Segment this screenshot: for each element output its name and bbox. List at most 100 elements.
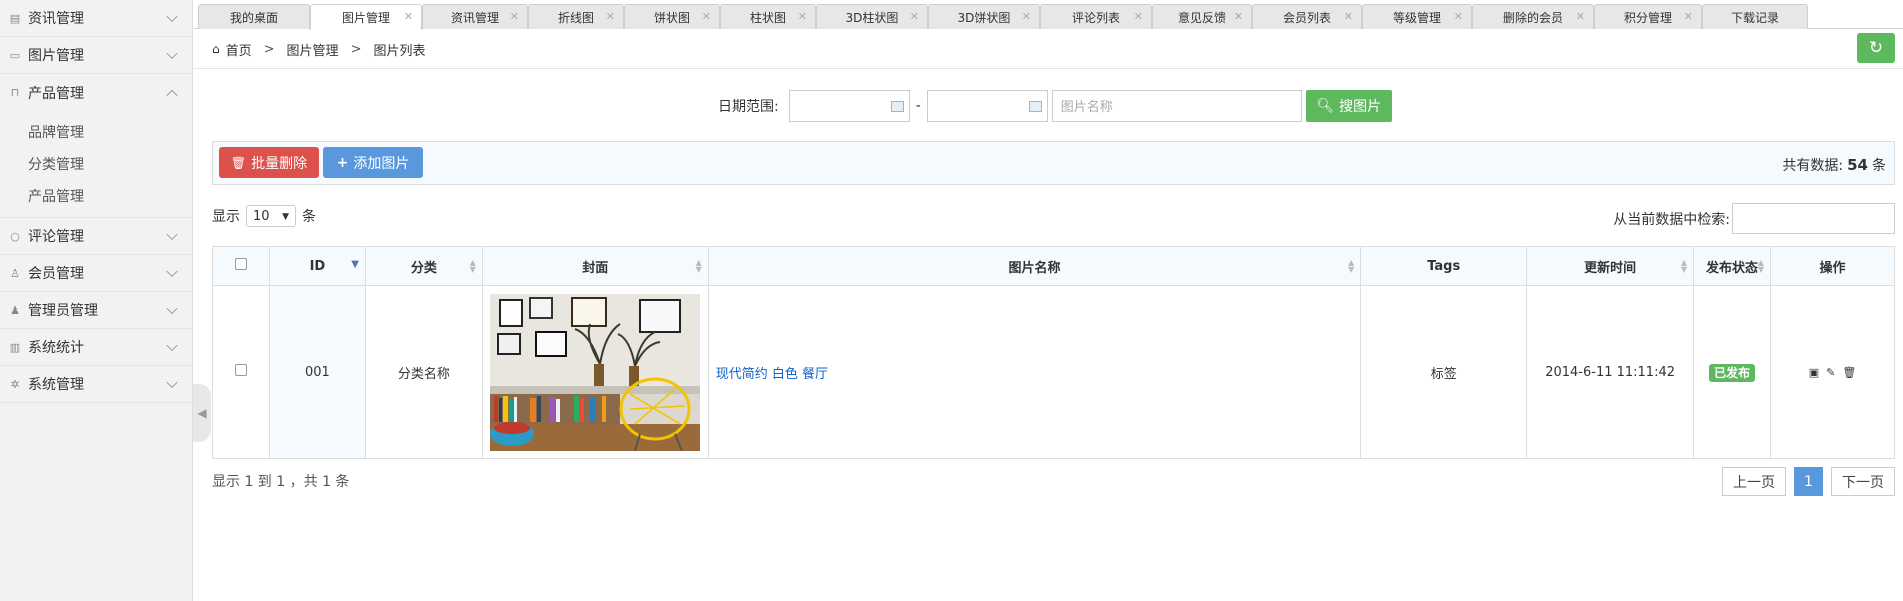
total-suffix: 条 [1872,158,1886,174]
sort-desc-icon: ▼ [351,259,359,270]
date-range-dash: - [915,97,921,114]
breadcrumb-level2: 图片列表 [373,43,426,59]
header-id[interactable]: ID ▼ [268,246,366,286]
breadcrumb-home[interactable]: 首页 [226,40,252,59]
length-prefix: 显示 [212,209,240,225]
close-icon[interactable]: ✕ [1234,10,1243,23]
chevron-up-icon [166,89,178,101]
edit-icon[interactable]: ✎ [1826,366,1835,379]
tab-line-chart[interactable]: 折线图 ✕ [528,4,624,29]
sidebar-item-comments[interactable]: ○ 评论管理 [0,218,192,255]
action-toolbar: 🗑︎ 批量删除 + 添加图片 共有数据: 54 条 [212,141,1895,185]
close-icon[interactable]: ✕ [1454,10,1463,23]
close-icon[interactable]: ✕ [1344,10,1353,23]
refresh-icon: ↻ [1868,38,1884,58]
header-updated-time[interactable]: 更新时间 ▲ ▼ [1526,246,1695,286]
delete-icon[interactable]: 🗑︎ [1842,366,1856,379]
row-select-cell [212,285,270,459]
tab-picture-management[interactable]: 图片管理 ✕ [310,4,422,30]
tab-member-list[interactable]: 会员列表 ✕ [1252,4,1362,29]
tab-pie-chart[interactable]: 饼状图 ✕ [624,4,720,29]
close-icon[interactable]: ✕ [1576,10,1585,23]
sidebar-item-statistics[interactable]: ▥ 系统统计 [0,329,192,366]
tab-points-management[interactable]: 积分管理 ✕ [1594,4,1702,29]
chevron-down-icon [166,376,178,389]
row-checkbox[interactable] [234,364,247,376]
tab-comment-list[interactable]: 评论列表 ✕ [1040,4,1152,29]
comment-icon: ○ [10,229,20,243]
length-suffix: 条 [302,209,316,225]
sidebar-collapse-handle[interactable]: ◀ [193,384,211,442]
status-badge: 已发布 [1709,363,1756,382]
close-icon[interactable]: ✕ [1022,10,1031,23]
prev-page-button[interactable]: 上一页 [1722,467,1786,496]
tab-level-management[interactable]: 等级管理 ✕ [1362,4,1472,29]
header-cover[interactable]: 封面 ▲ ▼ [481,246,709,286]
date-start-input[interactable] [788,89,910,122]
search-pictures-button[interactable]: 🔍︎ 搜图片 [1305,89,1392,122]
tab-download-records[interactable]: 下载记录 [1702,4,1808,29]
page-length-select[interactable]: 10 ▼ [246,205,296,227]
page-1-button[interactable]: 1 [1794,467,1823,496]
publish-icon[interactable]: ▣ [1809,366,1819,379]
picture-name-input[interactable]: 图片名称 [1051,89,1302,122]
sidebar-item-label: 资讯管理 [28,11,84,27]
filter-label: 从当前数据中检索: [1613,211,1730,228]
sidebar-item-news[interactable]: ▤ 资讯管理 [0,0,192,37]
close-icon[interactable]: ✕ [910,10,919,23]
table-info: 显示 1 到 1 ，共 1 条 [212,474,350,490]
refresh-button[interactable]: ↻ [1857,33,1895,63]
pictures-table: ID ▼ 分类 ▲ ▼ 封面 ▲ ▼ 图片名称 ▲ ▼ Tags 更新时间 ▲ ▼ 发布状态 ▲ ▼ … [212,246,1895,459]
tab-news-management[interactable]: 资讯管理 ✕ [422,4,528,29]
header-publish-status[interactable]: 发布状态 ▲ ▼ [1693,246,1771,286]
tab-deleted-members[interactable]: 删除的会员 ✕ [1472,4,1594,29]
user-icon: ♙ [10,266,20,280]
calendar-icon [1028,100,1042,112]
tab-desktop[interactable]: 我的桌面 [198,4,310,29]
caret-down-icon: ▼ [282,212,289,222]
sidebar-item-members[interactable]: ♙ 会员管理 [0,255,192,292]
close-icon[interactable]: ✕ [1134,10,1143,23]
chevron-down-icon [166,10,178,23]
home-icon: ⌂ [212,42,220,56]
sidebar-item-admins[interactable]: ♟ 管理员管理 [0,292,192,329]
header-select-all[interactable] [212,246,270,286]
next-page-button[interactable]: 下一页 [1831,467,1895,496]
tab-label: 饼状图 [653,10,690,25]
filter-input[interactable] [1732,203,1895,234]
tab-3d-bar-chart[interactable]: 3D柱状图 ✕ [816,4,928,29]
submenu-item-brands[interactable]: 品牌管理 [0,117,192,149]
tab-label: 3D饼状图 [957,10,1011,25]
sidebar-item-label: 管理员管理 [28,303,98,319]
products-submenu: 品牌管理 分类管理 产品管理 [0,111,192,218]
add-picture-button[interactable]: + 添加图片 [323,147,423,178]
header-label: 分类 [410,260,437,276]
batch-delete-button[interactable]: 🗑︎ 批量删除 [219,147,319,178]
tab-feedback[interactable]: 意见反馈 ✕ [1152,4,1252,29]
close-icon[interactable]: ✕ [798,10,807,23]
header-label: 更新时间 [1584,260,1637,276]
page-length-control: 显示 10 ▼ 条 [212,205,316,227]
tab-3d-pie-chart[interactable]: 3D饼状图 ✕ [928,4,1040,29]
sidebar-item-system[interactable]: ✲ 系统管理 [0,366,192,403]
row-picture-name[interactable]: 现代简约 白色 餐厅 [707,285,1362,459]
close-icon[interactable]: ✕ [510,10,519,23]
tab-label: 下载记录 [1730,10,1779,25]
header-picture-name[interactable]: 图片名称 ▲ ▼ [707,246,1362,286]
close-icon[interactable]: ✕ [606,10,615,23]
tab-bar-chart[interactable]: 柱状图 ✕ [720,4,816,29]
sort-icon: ▲ ▼ [1757,258,1764,274]
date-end-input[interactable] [926,89,1048,122]
sidebar-item-pictures[interactable]: ▭ 图片管理 [0,37,192,74]
header-category[interactable]: 分类 ▲ ▼ [364,246,483,286]
header-actions: 操作 [1770,246,1895,286]
close-icon[interactable]: ✕ [404,10,413,23]
tab-label: 等级管理 [1392,10,1441,25]
submenu-item-products[interactable]: 产品管理 [0,181,192,213]
select-all-checkbox[interactable] [234,258,247,270]
submenu-item-categories[interactable]: 分类管理 [0,149,192,181]
sidebar-item-products[interactable]: ⊓ 产品管理 [0,74,192,111]
close-icon[interactable]: ✕ [1684,10,1693,23]
close-icon[interactable]: ✕ [702,10,711,23]
cover-thumbnail[interactable] [490,293,701,451]
